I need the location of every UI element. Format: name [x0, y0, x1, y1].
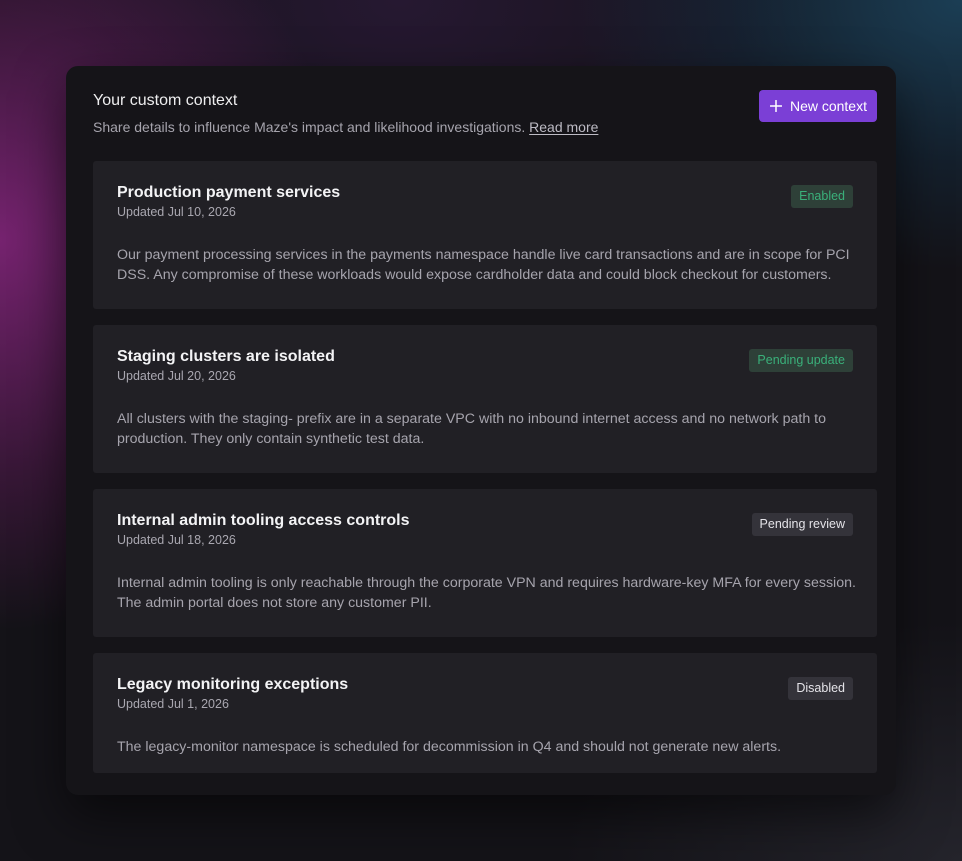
page-title: Your custom context [93, 92, 238, 109]
context-card[interactable]: Staging clusters are isolated Updated Ju… [93, 325, 877, 473]
context-title: Production payment services [117, 184, 341, 201]
context-card[interactable]: Production payment services Updated Jul … [93, 161, 877, 309]
context-list: Production payment services Updated Jul … [93, 161, 877, 773]
status-badge: Pending review [751, 513, 853, 536]
context-updated: Updated Jul 1, 2026 [117, 697, 229, 711]
read-more-link[interactable]: Read more [529, 119, 598, 135]
context-body: Our payment processing services in the p… [117, 247, 850, 283]
context-title: Internal admin tooling access controls [117, 512, 410, 529]
context-card[interactable]: Legacy monitoring exceptions Updated Jul… [93, 653, 877, 773]
new-context-button[interactable]: New context [758, 90, 877, 122]
context-body: All clusters with the staging- prefix ar… [117, 411, 826, 447]
panel-header: Your custom context Share details to inf… [93, 90, 877, 150]
context-card[interactable]: Internal admin tooling access controls U… [93, 489, 877, 637]
page-subtitle: Share details to influence Maze's impact… [93, 119, 598, 135]
status-badge: Disabled [788, 677, 853, 700]
subtitle-text: Share details to influence Maze's impact… [93, 119, 526, 135]
context-title: Staging clusters are isolated [117, 348, 335, 365]
context-updated: Updated Jul 20, 2026 [117, 369, 236, 383]
context-updated: Updated Jul 18, 2026 [117, 533, 236, 547]
context-body: Internal admin tooling is only reachable… [117, 575, 856, 611]
context-title: Legacy monitoring exceptions [117, 676, 349, 693]
status-badge: Enabled [791, 185, 853, 208]
context-updated: Updated Jul 10, 2026 [117, 205, 236, 219]
context-body: The legacy-monitor namespace is schedule… [117, 739, 782, 755]
new-context-label: New context [789, 98, 867, 114]
status-badge: Pending update [749, 349, 853, 372]
plus-icon [769, 100, 782, 112]
custom-context-panel: Your custom context Share details to inf… [66, 66, 896, 795]
